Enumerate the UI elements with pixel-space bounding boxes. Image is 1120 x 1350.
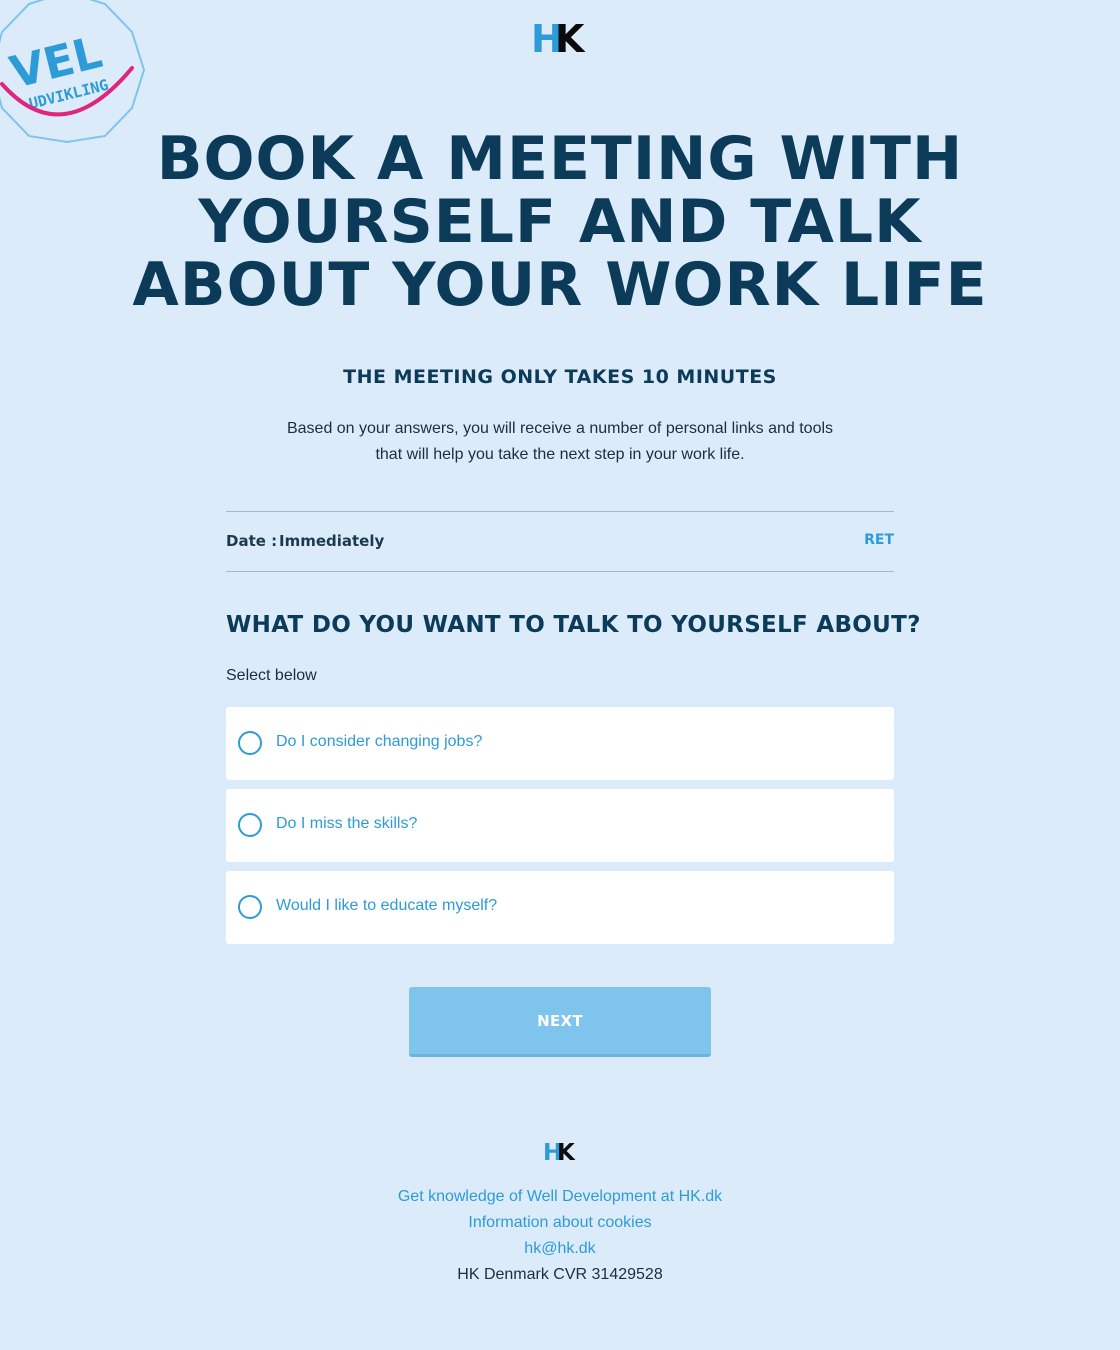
select-hint: Select below <box>226 667 317 684</box>
hk-logo-mark: H K <box>531 17 586 61</box>
date-value: Immediately <box>279 532 385 550</box>
next-button[interactable]: NEXT <box>409 987 711 1057</box>
radio-button[interactable] <box>238 813 262 837</box>
page-title-line-2: YOURSELF AND TALK <box>198 187 922 257</box>
option-educate-myself[interactable]: Would I like to educate myself? <box>226 871 894 944</box>
footer: Get knowledge of Well Development at HK.… <box>260 1184 860 1288</box>
date-label: Date : <box>226 532 278 550</box>
page-title: BOOK A MEETING WITH YOURSELF AND TALK AB… <box>100 128 1020 317</box>
footer-hk-logo-mark: H K <box>543 1140 576 1166</box>
footer-cvr: HK Denmark CVR 31429528 <box>457 1266 663 1283</box>
question-title: WHAT DO YOU WANT TO TALK TO YOURSELF ABO… <box>226 612 921 638</box>
footer-hk-logo[interactable]: H K <box>543 1140 577 1166</box>
footer-link-email[interactable]: hk@hk.dk <box>260 1236 860 1262</box>
subheadline: THE MEETING ONLY TAKES 10 MINUTES <box>343 366 777 388</box>
hk-logo-k: K <box>555 22 586 54</box>
page-title-line-3: ABOUT YOUR WORK LIFE <box>132 250 988 320</box>
option-label: Do I consider changing jobs? <box>276 733 483 750</box>
option-label: Would I like to educate myself? <box>276 897 498 914</box>
radio-button[interactable] <box>238 731 262 755</box>
intro-line-2: that will help you take the next step in… <box>375 446 745 463</box>
edit-date-link[interactable]: RET <box>864 532 894 548</box>
intro-line-1: Based on your answers, you will receive … <box>286 420 834 437</box>
footer-link-knowledge[interactable]: Get knowledge of Well Development at HK.… <box>260 1184 860 1210</box>
footer-hk-logo-k: K <box>557 1141 576 1161</box>
radio-button[interactable] <box>238 895 262 919</box>
intro-text: Based on your answers, you will receive … <box>270 416 850 468</box>
date-row: Date : Immediately RET <box>226 511 894 572</box>
option-changing-jobs[interactable]: Do I consider changing jobs? <box>226 707 894 780</box>
option-label: Do I miss the skills? <box>276 815 418 832</box>
page-title-line-1: BOOK A MEETING WITH <box>156 124 964 194</box>
hk-logo[interactable]: H K <box>531 17 589 61</box>
option-miss-skills[interactable]: Do I miss the skills? <box>226 789 894 862</box>
footer-link-cookies[interactable]: Information about cookies <box>260 1210 860 1236</box>
